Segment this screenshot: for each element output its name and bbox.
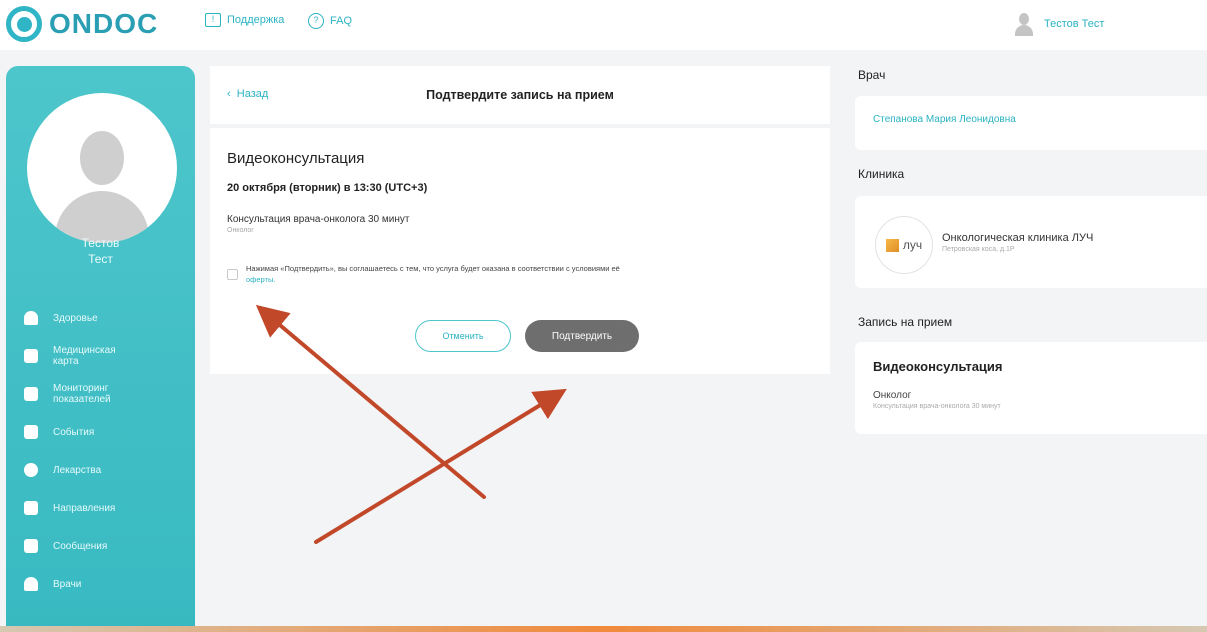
doctor-card: Степанова Мария Леонидовна: [855, 96, 1207, 150]
sidebar-item-referrals[interactable]: Направления: [24, 493, 194, 523]
page-title: Подтвердите запись на прием: [426, 88, 614, 102]
appointment-specialty: Онколог: [873, 390, 912, 401]
doctor-name-link[interactable]: Степанова Мария Леонидовна: [873, 114, 1016, 125]
ondoc-logo[interactable]: ONDOC: [6, 6, 158, 42]
clinic-logo: луч: [875, 216, 933, 274]
doctor-icon: [24, 577, 38, 591]
faq-link[interactable]: ? FAQ: [308, 13, 352, 29]
heart-icon: [24, 311, 38, 325]
profile-first-name: Тестов: [81, 236, 120, 250]
doctor-heading: Врач: [858, 68, 886, 82]
appointment-details-card: Видеоконсультация 20 октября (вторник) в…: [210, 128, 830, 374]
medical-card-icon: [24, 349, 38, 363]
profile-avatar[interactable]: [27, 93, 177, 243]
bottom-edge: [0, 626, 1207, 632]
clinic-card[interactable]: луч Онкологическая клиника ЛУЧ Петровска…: [855, 196, 1207, 288]
sidebar-item-medications[interactable]: Лекарства: [24, 455, 194, 485]
faq-label: FAQ: [330, 15, 353, 27]
confirm-header-card: ‹ Назад Подтвердите запись на прием: [210, 66, 830, 124]
sidebar-item-monitoring[interactable]: Мониторинг показателей: [24, 379, 194, 409]
sidebar-item-label: Сообщения: [53, 540, 108, 552]
clinic-address: Петровская коса, д.1Р: [942, 246, 1015, 253]
profile-last-name: Тест: [88, 252, 113, 266]
offer-link[interactable]: оферты.: [246, 275, 275, 284]
sidebar-item-doctors[interactable]: Врачи: [24, 569, 194, 599]
support-link[interactable]: ! Поддержка: [205, 13, 284, 27]
chart-icon: [24, 387, 38, 401]
sidebar-item-events[interactable]: События: [24, 417, 194, 447]
appointment-summary-card: Видеоконсультация Онколог Консультация в…: [855, 342, 1207, 434]
sidebar: Тестов Тест Здоровье Медицинская карта М…: [6, 66, 195, 632]
service-specialty: Онколог: [227, 227, 254, 234]
sidebar-nav: Здоровье Медицинская карта Мониторинг по…: [24, 303, 194, 607]
sidebar-item-medical-card[interactable]: Медицинская карта: [24, 341, 194, 371]
sidebar-item-label: Медицинская карта: [53, 345, 116, 367]
user-menu[interactable]: Тестов Тест: [1014, 12, 1104, 36]
logo-text: ONDOC: [49, 8, 159, 39]
appointment-service: Консультация врача-онколога 30 минут: [873, 403, 1001, 410]
clinic-logo-text: луч: [902, 238, 923, 252]
calendar-icon: [24, 425, 38, 439]
sidebar-item-health[interactable]: Здоровье: [24, 303, 194, 333]
agreement-row: Нажимая «Подтвердить», вы соглашаетесь с…: [227, 263, 827, 285]
sidebar-item-label: События: [53, 426, 95, 438]
cancel-button[interactable]: Отменить: [415, 320, 511, 352]
arrow-to-confirm-button: [314, 388, 567, 544]
appointment-datetime: 20 октября (вторник) в 13:30 (UTC+3): [227, 182, 428, 194]
sidebar-item-label: Лекарства: [53, 464, 102, 476]
agreement-text: Нажимая «Подтвердить», вы соглашаетесь с…: [246, 263, 816, 285]
message-icon: [24, 539, 38, 553]
user-name: Тестов Тест: [1044, 18, 1105, 30]
agreement-checkbox[interactable]: [227, 269, 238, 280]
sidebar-item-label: Врачи: [53, 578, 82, 590]
pills-icon: [24, 463, 38, 477]
service-name: Консультация врача-онколога 30 минут: [227, 214, 410, 225]
clipboard-icon: [24, 501, 38, 515]
confirm-button[interactable]: Подтвердить: [525, 320, 639, 352]
user-avatar-icon: [1014, 12, 1034, 36]
support-label: Поддержка: [227, 14, 285, 26]
appointment-heading: Запись на прием: [858, 315, 953, 329]
clinic-name: Онкологическая клиника ЛУЧ: [942, 232, 1094, 244]
sidebar-item-label: Направления: [53, 502, 116, 514]
clinic-logo-icon: [885, 238, 899, 252]
question-icon: ?: [308, 13, 324, 29]
sidebar-item-label: Здоровье: [53, 312, 98, 324]
sidebar-item-messages[interactable]: Сообщения: [24, 531, 194, 561]
sidebar-item-label: Мониторинг показателей: [53, 383, 111, 405]
top-bar: ONDOC ! Поддержка ? FAQ Тестов Тест: [0, 0, 1207, 50]
appointment-type: Видеоконсультация: [873, 359, 1003, 374]
clinic-heading: Клиника: [858, 167, 905, 181]
chat-icon: !: [205, 13, 221, 27]
logo-icon: [6, 6, 42, 42]
service-type: Видеоконсультация: [227, 150, 365, 167]
agreement-label: Нажимая «Подтвердить», вы соглашаетесь с…: [246, 264, 620, 273]
